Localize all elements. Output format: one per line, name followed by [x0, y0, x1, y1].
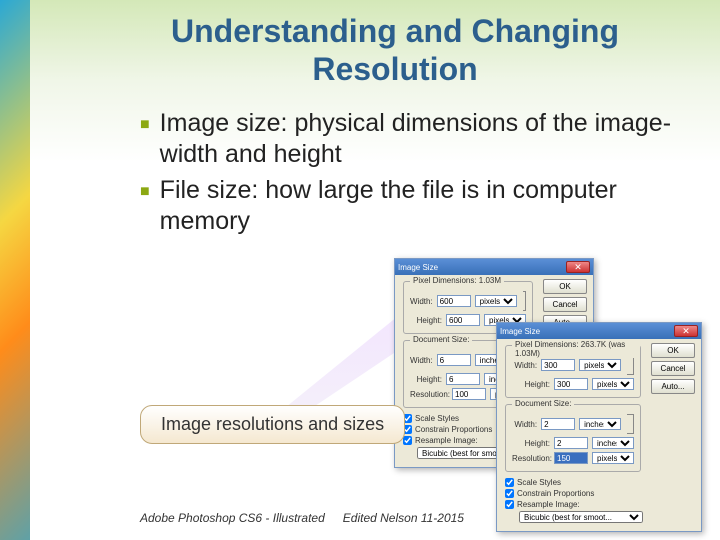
doc-height-input[interactable] — [446, 373, 480, 385]
close-icon[interactable]: ✕ — [566, 261, 590, 273]
bullet-text: Image size: physical dimensions of the i… — [160, 108, 690, 171]
height-label: Height: — [410, 375, 442, 384]
resample-label: Resample Image: — [517, 500, 580, 509]
constrain-label: Constrain Proportions — [415, 425, 492, 434]
constrain-label: Constrain Proportions — [517, 489, 594, 498]
ok-button[interactable]: OK — [543, 279, 587, 294]
footer-edit: Edited Nelson 11-2015 — [343, 511, 464, 525]
doc-height-input[interactable] — [554, 437, 588, 449]
document-size-label: Document Size: — [512, 399, 574, 408]
link-icon — [627, 414, 634, 434]
resample-checkbox[interactable] — [403, 436, 412, 445]
dialog-title: Image Size — [500, 327, 540, 336]
resolution-label: Resolution: — [512, 454, 550, 463]
ok-button[interactable]: OK — [651, 343, 695, 358]
bullet-list: ■ Image size: physical dimensions of the… — [140, 108, 690, 241]
height-label: Height: — [512, 439, 550, 448]
footer: Adobe Photoshop CS6 - Illustrated Edited… — [140, 511, 464, 526]
slide-title: Understanding and Changing Resolution — [100, 12, 690, 89]
width-unit-select[interactable]: pixels — [579, 359, 621, 371]
list-item: ■ Image size: physical dimensions of the… — [140, 108, 690, 171]
width-label: Width: — [512, 361, 537, 370]
height-label: Height: — [512, 380, 550, 389]
bullet-text: File size: how large the file is in comp… — [160, 175, 690, 238]
height-unit-select[interactable]: pixels — [592, 378, 634, 390]
height-input[interactable] — [554, 378, 588, 390]
pixel-dimensions-label: Pixel Dimensions: 263.7K (was 1.03M) — [512, 340, 640, 358]
document-size-label: Document Size: — [410, 335, 472, 344]
width-input[interactable] — [437, 295, 471, 307]
width-unit-select[interactable]: pixels — [475, 295, 517, 307]
cancel-button[interactable]: Cancel — [543, 297, 587, 312]
bullet-icon: ■ — [140, 182, 150, 238]
doc-height-unit[interactable]: inches — [592, 437, 634, 449]
callout-box: Image resolutions and sizes — [140, 405, 405, 444]
height-label: Height: — [410, 316, 442, 325]
scale-styles-label: Scale Styles — [517, 478, 561, 487]
resolution-unit[interactable]: pixels/inch — [592, 452, 634, 464]
resample-label: Resample Image: — [415, 436, 478, 445]
resample-method-select[interactable]: Bicubic (best for smoot... — [519, 511, 643, 523]
link-icon — [523, 291, 526, 311]
constrain-checkbox[interactable] — [505, 489, 514, 498]
footer-book: Adobe Photoshop CS6 - Illustrated — [140, 511, 325, 525]
cancel-button[interactable]: Cancel — [651, 361, 695, 376]
scale-styles-checkbox[interactable] — [505, 478, 514, 487]
resolution-input[interactable] — [554, 452, 588, 464]
dialog-titlebar: Image Size ✕ — [497, 323, 701, 339]
image-size-dialog-2: Image Size ✕ OK Cancel Auto... Pixel Dim… — [496, 322, 702, 532]
dialog-title: Image Size — [398, 263, 438, 272]
list-item: ■ File size: how large the file is in co… — [140, 175, 690, 238]
width-input[interactable] — [541, 359, 575, 371]
dialog-titlebar: Image Size ✕ — [395, 259, 593, 275]
auto-button[interactable]: Auto... — [651, 379, 695, 394]
resolution-input[interactable] — [452, 388, 486, 400]
height-input[interactable] — [446, 314, 480, 326]
doc-width-unit[interactable]: inches — [579, 418, 621, 430]
link-icon — [627, 355, 634, 375]
scale-styles-label: Scale Styles — [415, 414, 459, 423]
width-label: Width: — [410, 297, 433, 306]
callout-text: Image resolutions and sizes — [161, 414, 384, 434]
resample-checkbox[interactable] — [505, 500, 514, 509]
bullet-icon: ■ — [140, 115, 150, 171]
width-label: Width: — [512, 420, 537, 429]
close-icon[interactable]: ✕ — [674, 325, 698, 337]
doc-width-input[interactable] — [437, 354, 471, 366]
pixel-dimensions-label: Pixel Dimensions: 1.03M — [410, 276, 504, 285]
resolution-label: Resolution: — [410, 390, 448, 399]
doc-width-input[interactable] — [541, 418, 575, 430]
width-label: Width: — [410, 356, 433, 365]
